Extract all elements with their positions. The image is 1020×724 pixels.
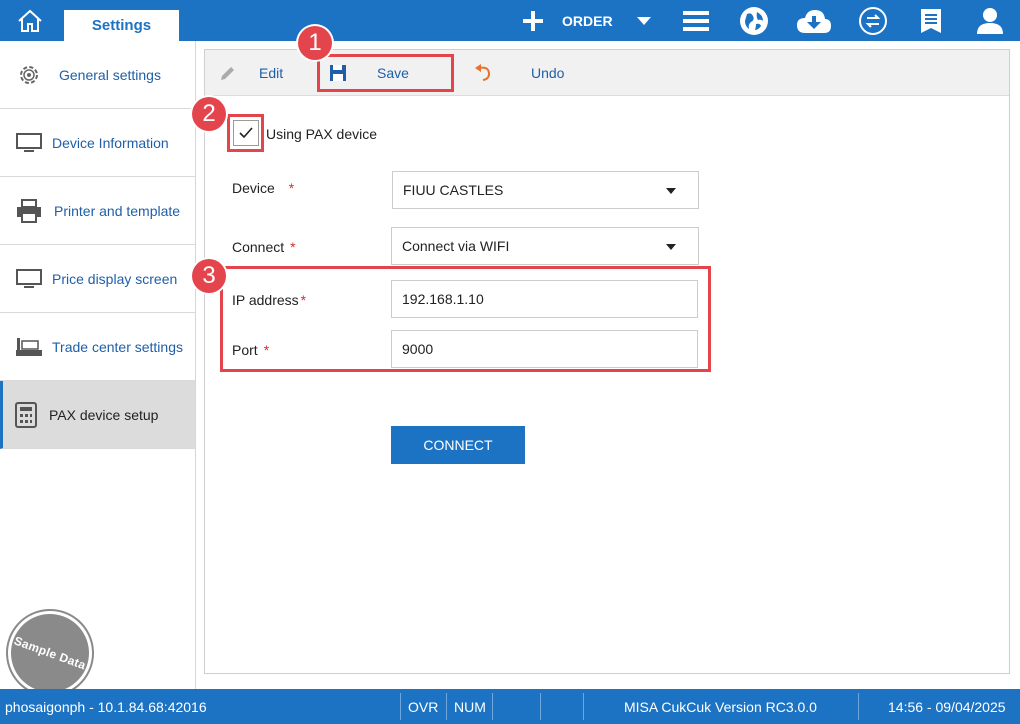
datetime-text: 14:56 - 09/04/2025 bbox=[888, 698, 1006, 715]
gear-icon bbox=[14, 63, 44, 87]
undo-button[interactable]: Undo bbox=[473, 50, 564, 96]
step-badge-3: 3 bbox=[192, 259, 226, 293]
user-host-text: phosaigonph - 10.1.84.68:42016 bbox=[5, 698, 207, 715]
tab-settings[interactable]: Settings bbox=[64, 10, 179, 41]
edit-label: Edit bbox=[259, 65, 284, 81]
receipt-icon[interactable] bbox=[911, 0, 951, 41]
step-badge-2: 2 bbox=[192, 97, 226, 131]
sidebar-item-label: Device Information bbox=[52, 134, 169, 151]
sidebar-item-pax-device-setup[interactable]: PAX device setup bbox=[0, 381, 195, 449]
globe-icon[interactable] bbox=[734, 0, 774, 41]
sidebar-item-printer-template[interactable]: Printer and template bbox=[0, 177, 195, 245]
undo-label: Undo bbox=[531, 65, 565, 81]
sidebar-item-label: Printer and template bbox=[54, 202, 181, 219]
device-value: FIUU CASTLES bbox=[403, 182, 504, 198]
connect-select[interactable]: Connect via WIFI bbox=[391, 227, 699, 265]
calculator-icon bbox=[11, 401, 41, 428]
sidebar: General settings Device Information Prin… bbox=[0, 41, 196, 707]
sidebar-item-label: General settings bbox=[59, 66, 161, 83]
required-mark: * bbox=[290, 239, 296, 255]
ip-port-highlight-box bbox=[220, 266, 711, 372]
sidebar-item-trade-center[interactable]: Trade center settings bbox=[0, 313, 195, 381]
order-menu[interactable]: ORDER bbox=[518, 0, 651, 41]
mall-icon bbox=[14, 335, 44, 359]
checkbox-highlight-box bbox=[227, 114, 264, 152]
step-badge-1: 1 bbox=[298, 26, 332, 60]
divider bbox=[446, 693, 447, 720]
divider bbox=[492, 693, 493, 720]
sidebar-item-label: PAX device setup bbox=[49, 406, 159, 423]
version-text: MISA CukCuk Version RC3.0.0 bbox=[624, 698, 817, 715]
menu-icon[interactable] bbox=[676, 0, 716, 41]
divider bbox=[583, 693, 584, 720]
top-bar: Settings ORDER bbox=[0, 0, 1020, 41]
ovr-indicator: OVR bbox=[408, 698, 439, 715]
stamp-text: Sample Data bbox=[12, 633, 88, 673]
sidebar-item-price-display[interactable]: Price display screen bbox=[0, 245, 195, 313]
device-select[interactable]: FIUU CASTLES bbox=[392, 171, 699, 209]
device-label: Device * bbox=[232, 180, 294, 196]
monitor-icon bbox=[14, 131, 44, 155]
save-highlight-box bbox=[317, 54, 454, 92]
sidebar-item-device-information[interactable]: Device Information bbox=[0, 109, 195, 177]
num-indicator: NUM bbox=[454, 698, 486, 715]
required-mark: * bbox=[288, 180, 295, 196]
order-label[interactable]: ORDER bbox=[562, 13, 613, 29]
home-icon bbox=[18, 9, 42, 32]
connect-button[interactable]: CONNECT bbox=[391, 426, 525, 464]
connect-value: Connect via WIFI bbox=[402, 238, 510, 254]
sync-icon[interactable] bbox=[853, 0, 893, 41]
divider bbox=[858, 693, 859, 720]
user-icon[interactable] bbox=[970, 0, 1010, 41]
caret-down-icon bbox=[666, 244, 676, 250]
plus-icon[interactable] bbox=[518, 0, 548, 41]
caret-down-icon[interactable] bbox=[636, 16, 651, 25]
undo-icon bbox=[475, 64, 491, 81]
sidebar-item-label: Trade center settings bbox=[52, 338, 183, 355]
pencil-icon bbox=[221, 67, 234, 80]
sidebar-item-general-settings[interactable]: General settings bbox=[0, 41, 195, 109]
connect-label-text: Connect bbox=[232, 239, 285, 255]
using-pax-label: Using PAX device bbox=[266, 126, 378, 142]
divider bbox=[540, 693, 541, 720]
status-bar: phosaigonph - 10.1.84.68:42016 OVR NUM M… bbox=[0, 689, 1020, 724]
edit-button[interactable]: Edit bbox=[219, 50, 283, 96]
caret-down-icon bbox=[666, 188, 676, 194]
divider bbox=[400, 693, 401, 720]
monitor-icon bbox=[14, 267, 44, 291]
home-button[interactable] bbox=[0, 0, 60, 41]
connect-label: Connect * bbox=[232, 239, 296, 255]
cloud-download-icon[interactable] bbox=[794, 0, 834, 41]
device-label-text: Device bbox=[232, 180, 275, 196]
sidebar-item-label: Price display screen bbox=[52, 270, 178, 287]
printer-icon bbox=[14, 198, 44, 223]
